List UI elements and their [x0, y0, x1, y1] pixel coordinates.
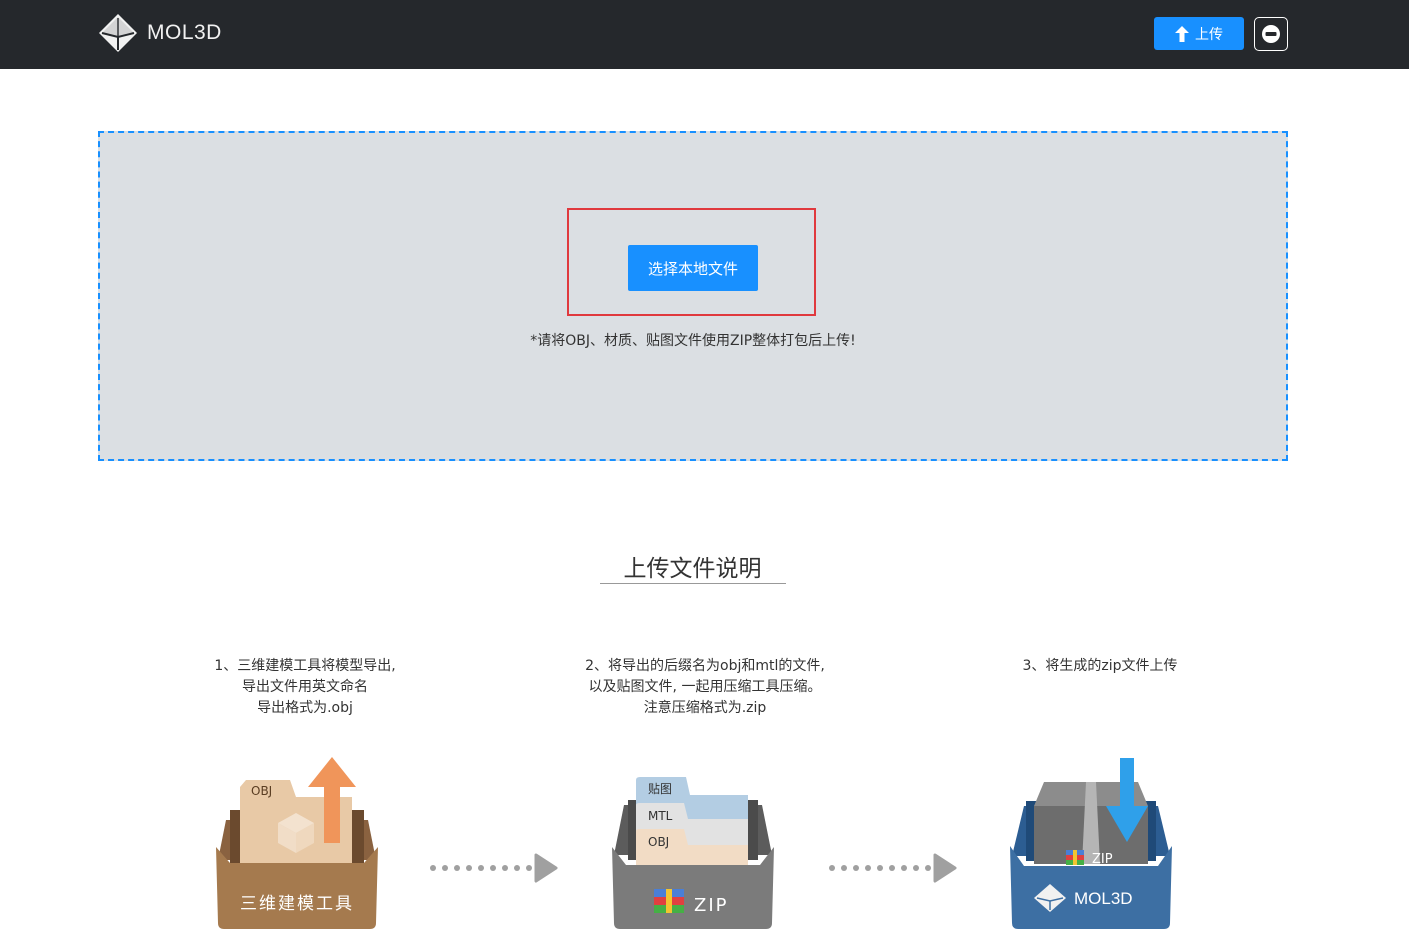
step-2-line-2: 以及贴图文件, 一起用压缩工具压缩。	[588, 679, 822, 695]
mol3d-box-label: MOL3D	[1074, 889, 1133, 908]
step-1-line-2: 导出文件用英文命名	[242, 679, 368, 695]
step-1-line-1: 1、三维建模工具将模型导出,	[214, 658, 396, 674]
upload-hint: *请将OBJ、材质、贴图文件使用ZIP整体打包后上传!	[530, 333, 856, 349]
title-underline	[600, 583, 786, 584]
mol3d-upload-illustration: ZIP MOL3D	[1010, 758, 1172, 929]
zip-tag-obj: OBJ	[648, 835, 669, 849]
mol3d-package-label: ZIP	[1092, 852, 1113, 867]
modeling-tool-illustration: OBJ 三维建模工具	[216, 757, 378, 929]
zip-archive-illustration: 贴图 MTL OBJ ZIP	[612, 777, 774, 929]
instructions-title: 上传文件说明	[623, 556, 762, 582]
zip-tag-mtl: MTL	[648, 809, 673, 823]
step-2-line-3: 注意压缩格式为.zip	[643, 700, 767, 716]
user-menu-button[interactable]	[1254, 17, 1288, 51]
minus-circle-icon	[1262, 25, 1280, 43]
step-1-line-3: 导出格式为.obj	[257, 700, 353, 716]
header-upload-button[interactable]: 上传	[1154, 17, 1244, 50]
top-navbar: MOL3D 上传	[0, 0, 1409, 69]
zip-box-label: ZIP	[694, 895, 729, 916]
header-upload-label: 上传	[1195, 26, 1223, 43]
flow-arrow-2	[829, 853, 957, 883]
winrar-small-icon	[1066, 850, 1084, 865]
brand-name: MOL3D	[147, 21, 222, 44]
choose-local-file-button[interactable]: 选择本地文件	[628, 245, 758, 291]
tool-folder-tag: OBJ	[251, 784, 272, 798]
flow-arrow-1	[430, 853, 558, 883]
arrow-up-icon	[1175, 25, 1189, 42]
step-3-line-1: 3、将生成的zip文件上传	[1022, 658, 1178, 674]
step-3-text: 3、将生成的zip文件上传	[960, 656, 1240, 677]
mol3d-logo-icon	[99, 14, 137, 52]
step-2-line-1: 2、将导出的后缀名为obj和mtl的文件,	[585, 658, 825, 674]
brand-logo[interactable]: MOL3D	[98, 13, 222, 53]
winrar-icon	[654, 889, 684, 913]
zip-tag-texture: 贴图	[648, 782, 672, 796]
step-1-text: 1、三维建模工具将模型导出, 导出文件用英文命名 导出格式为.obj	[150, 656, 460, 719]
tool-box-label: 三维建模工具	[240, 894, 354, 914]
step-2-text: 2、将导出的后缀名为obj和mtl的文件, 以及贴图文件, 一起用压缩工具压缩。…	[530, 656, 880, 719]
